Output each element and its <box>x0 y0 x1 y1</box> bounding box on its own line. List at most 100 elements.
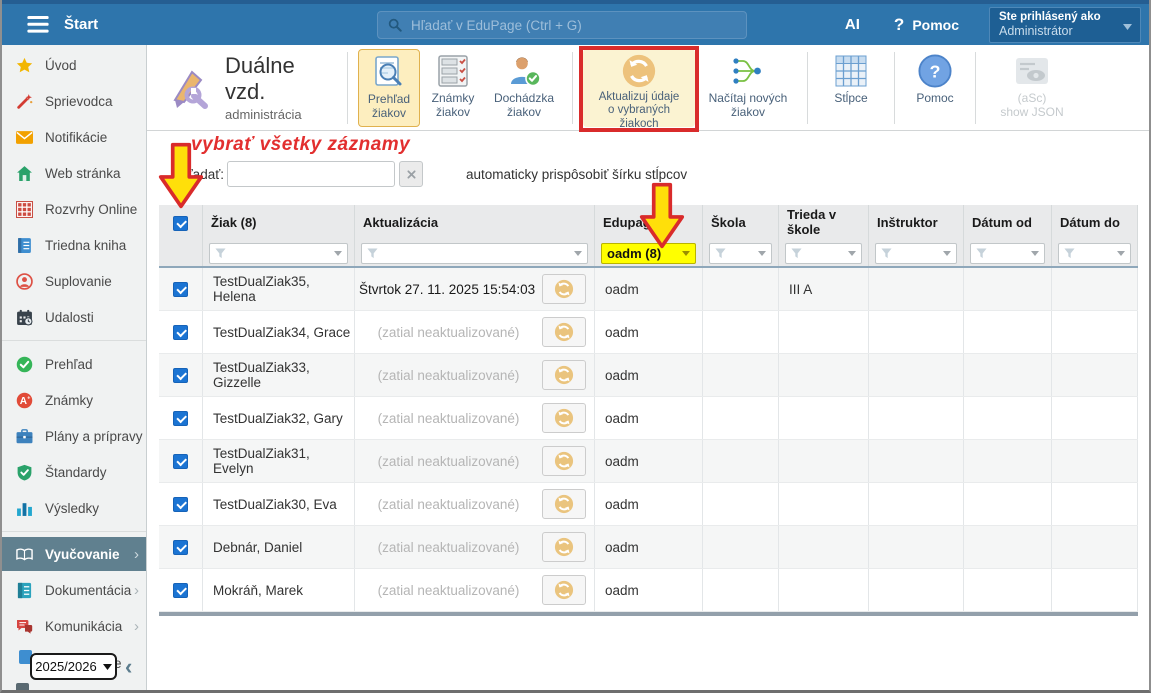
column-filter-instr[interactable] <box>875 243 957 264</box>
toolbar-button-aktualizuj-údaje-o-vybraných-žiakoch[interactable]: Aktualizuj údaje o vybraných žiakoch <box>583 49 695 127</box>
sidebar-item-label: Web stránka <box>45 166 121 181</box>
search-input[interactable]: Hľadať v EduPage (Ctrl + G) <box>377 11 747 39</box>
row-checkbox[interactable] <box>173 282 188 297</box>
update-student-button[interactable] <box>542 532 586 562</box>
sidebar-item-rozvrhy-online[interactable]: Rozvrhy Online <box>2 191 146 227</box>
toolbar-button-stpce[interactable]: Stĺpce <box>818 49 884 127</box>
update-student-button[interactable] <box>542 360 586 390</box>
sidebar-item-plány-a-prípravy[interactable]: Plány a prípravy <box>2 418 146 454</box>
ai-button[interactable]: AI <box>845 16 860 33</box>
refresh-small-icon <box>554 451 574 471</box>
cell-dod <box>964 268 1052 310</box>
toolbar-button-dochádzka-žiakov[interactable]: Dochádzka žiakov <box>486 49 562 127</box>
update-student-button[interactable] <box>542 575 586 605</box>
select-all-checkbox[interactable] <box>173 216 188 231</box>
column-header-label: Škola <box>711 216 746 231</box>
column-filter-skola[interactable] <box>709 243 772 264</box>
module-title-block: Duálne vzd. administrácia <box>225 53 339 122</box>
column-filter-trieda[interactable] <box>785 243 862 264</box>
sidebar-item-label: Notifikácie <box>45 130 107 145</box>
table-search-input[interactable] <box>227 161 395 187</box>
topbar-right: AI ? Pomoc Ste prihlásený ako Administrá… <box>845 7 1149 43</box>
filter-value: oadm (8) <box>607 246 661 261</box>
cell-dod <box>964 440 1052 482</box>
sidebar-item-komunikácia[interactable]: Komunikácia› <box>2 608 146 644</box>
start-label[interactable]: Štart <box>64 16 98 33</box>
row-checkbox[interactable] <box>173 368 188 383</box>
toolbar-button-pomoc[interactable]: ?Pomoc <box>905 49 965 127</box>
account-menu[interactable]: Ste prihlásený ako Administrátor <box>989 7 1141 43</box>
sidebar-item-triedna-kniha[interactable]: Triedna kniha <box>2 227 146 263</box>
sidebar-item-dokumentácia[interactable]: Dokumentácia› <box>2 572 146 608</box>
search-icon <box>388 18 402 32</box>
toolbar-button-prehľad-žiakov[interactable]: Prehľad žiakov <box>358 49 420 127</box>
column-filter-ziak[interactable] <box>209 243 348 264</box>
toolbar-button-label: Známky žiakov <box>432 91 475 119</box>
cell-instr <box>869 354 964 396</box>
cell-sel <box>159 397 203 439</box>
cell-trieda <box>779 397 869 439</box>
cell-skola <box>703 526 779 568</box>
cell-value: TestDualZiak35, Helena <box>213 274 354 304</box>
row-checkbox[interactable] <box>173 454 188 469</box>
select-all-annotation: vybrať všetky záznamy <box>191 134 410 156</box>
cell-value: oadm <box>605 540 639 555</box>
toolbar-button-načítaj-nových-žiakov[interactable]: Načítaj nových žiakov <box>699 49 797 127</box>
update-status-text: (zatial neaktualizované) <box>355 325 542 340</box>
funnel-icon <box>715 248 726 259</box>
table-bottom-scrollbar[interactable] <box>159 612 1138 616</box>
account-line1: Ste prihlásený ako <box>999 11 1131 23</box>
cell-dod <box>964 569 1052 611</box>
update-student-button[interactable] <box>542 317 586 347</box>
row-checkbox[interactable] <box>173 497 188 512</box>
sidebar-item-výsledky[interactable]: Výsledky <box>2 490 146 526</box>
sidebar-item-label: Sprievodca <box>45 94 113 109</box>
sidebar-item-label: Vyučovanie <box>45 547 120 562</box>
sidebar-item-suplovanie[interactable]: Suplovanie <box>2 263 146 299</box>
sidebar-item-label: Rozvrhy Online <box>45 202 137 217</box>
select-caret-icon <box>334 251 342 256</box>
cell-value: TestDualZiak34, Grace <box>213 325 350 340</box>
cell-ziak: TestDualZiak34, Grace <box>203 311 355 353</box>
sidebar-item-udalosti[interactable]: Udalosti <box>2 299 146 335</box>
column-filter-akt[interactable] <box>361 243 588 264</box>
column-filter-edu[interactable]: oadm (8) <box>601 243 696 264</box>
sidebar-item-známky[interactable]: A+Známky <box>2 382 146 418</box>
row-checkbox[interactable] <box>173 583 188 598</box>
clear-search-button[interactable] <box>399 161 423 187</box>
star-icon <box>16 57 33 74</box>
sidebar-item-web-stránka[interactable]: Web stránka <box>2 155 146 191</box>
row-checkbox[interactable] <box>173 540 188 555</box>
sidebar-item-vyučovanie[interactable]: Vyučovanie› <box>2 537 146 571</box>
help-button[interactable]: Pomoc <box>912 17 959 33</box>
menu-icon[interactable] <box>26 16 50 33</box>
row-checkbox[interactable] <box>173 411 188 426</box>
update-student-button[interactable] <box>542 446 586 476</box>
sidebar-item-štandardy[interactable]: Štandardy <box>2 454 146 490</box>
column-filter-dod[interactable] <box>970 243 1045 264</box>
update-student-button[interactable] <box>542 403 586 433</box>
question-icon: ? <box>894 15 904 35</box>
row-checkbox[interactable] <box>173 325 188 340</box>
column-header-sel <box>159 205 203 241</box>
school-year-select[interactable]: 2025/2026 <box>30 653 117 680</box>
autofit-label: automaticky prispôsobiť šírku stĺpcov <box>466 167 687 182</box>
update-student-button[interactable] <box>542 489 586 519</box>
column-filter-ddo[interactable] <box>1058 243 1131 264</box>
cell-ziak: TestDualZiak35, Helena <box>203 268 355 310</box>
sidebar-item-prehľad[interactable]: Prehľad <box>2 346 146 382</box>
toolbar-button-známky-žiakov[interactable]: Známky žiakov <box>424 49 482 127</box>
cell-akt: (zatial neaktualizované) <box>355 440 595 482</box>
sidebar-collapse-button[interactable]: ‹ <box>125 654 132 680</box>
sidebar-item-sprievodca[interactable]: Sprievodca <box>2 83 146 119</box>
update-cell: (zatial neaktualizované) <box>355 532 594 562</box>
sidebar-item-úvod[interactable]: Úvod <box>2 47 146 83</box>
cell-value: TestDualZiak30, Eva <box>213 497 337 512</box>
funnel-icon <box>215 248 226 259</box>
cell-ddo <box>1052 440 1138 482</box>
home-icon <box>16 165 33 182</box>
update-student-button[interactable] <box>542 274 586 304</box>
cell-edu: oadm <box>595 569 703 611</box>
filter-cell-ziak <box>203 241 355 266</box>
sidebar-item-notifikácie[interactable]: Notifikácie <box>2 119 146 155</box>
